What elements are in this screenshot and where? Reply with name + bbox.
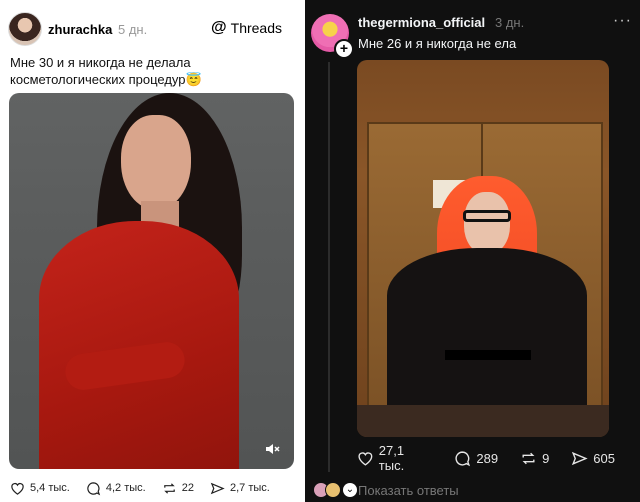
threads-logo-icon: @ <box>211 19 227 36</box>
post-caption: Мне 26 и я никогда не ела <box>358 36 517 51</box>
repost-count: 22 <box>181 482 194 494</box>
heart-icon <box>11 482 24 495</box>
share-count: 605 <box>593 450 615 466</box>
photo-glasses <box>463 210 511 222</box>
post-photo[interactable] <box>9 93 294 469</box>
post-actions: 27,1 тыс. 289 9 605 <box>357 443 637 473</box>
share-button[interactable]: 605 <box>571 450 615 467</box>
share-icon <box>210 482 225 494</box>
comment-count: 4,2 тыс. <box>105 482 146 494</box>
comment-button[interactable]: 289 <box>454 450 498 467</box>
threads-logo: @ Threads <box>211 19 282 37</box>
photo-face <box>121 115 191 210</box>
plus-icon[interactable]: + <box>334 39 354 59</box>
repost-icon <box>163 482 175 494</box>
post-photo[interactable] <box>357 60 609 437</box>
reply-avatars[interactable]: ⌄ <box>313 481 357 499</box>
heart-icon <box>358 451 373 466</box>
comment-button[interactable]: 4,2 тыс. <box>86 481 146 496</box>
repost-icon <box>522 452 535 464</box>
share-icon <box>572 451 588 465</box>
reply-avatar <box>325 482 341 498</box>
app-label: Threads <box>230 20 282 36</box>
post-caption: Мне 30 и я никогда не делала косметологи… <box>10 55 202 87</box>
thread-line <box>328 62 330 472</box>
like-button[interactable]: 5,4 тыс. <box>10 481 70 496</box>
comment-icon <box>455 450 471 466</box>
username[interactable]: thegermiona_official <box>358 15 485 30</box>
photo-belt <box>445 350 531 360</box>
show-replies-link[interactable]: Показать ответы <box>358 483 459 498</box>
share-button[interactable]: 2,7 тыс. <box>210 481 270 496</box>
repost-button[interactable]: 22 <box>162 481 194 496</box>
comment-icon <box>87 481 101 495</box>
repost-button[interactable]: 9 <box>520 450 549 467</box>
post-header: zhurachka 5 дн. @ Threads <box>8 10 294 50</box>
share-count: 2,7 тыс. <box>229 482 270 494</box>
chevron-down-icon: ⌄ <box>343 483 357 497</box>
post-time: 3 дн. <box>495 15 525 30</box>
right-post: + thegermiona_official 3 дн. ··· Мне 26 … <box>305 0 640 502</box>
left-post: zhurachka 5 дн. @ Threads Мне 30 и я ник… <box>0 0 302 502</box>
like-count: 5,4 тыс. <box>30 482 70 494</box>
photo-floor <box>357 405 609 437</box>
post-actions: 5,4 тыс. 4,2 тыс. 22 2,7 тыс. <box>10 478 295 498</box>
mute-icon[interactable] <box>264 441 280 457</box>
like-button[interactable]: 27,1 тыс. <box>357 443 432 473</box>
photo-face <box>464 192 510 254</box>
repost-count: 9 <box>542 450 550 466</box>
post-time: 5 дн. <box>118 22 148 37</box>
more-options-button[interactable]: ··· <box>613 12 632 30</box>
comment-count: 289 <box>476 450 499 466</box>
like-count: 27,1 тыс. <box>378 443 405 473</box>
username[interactable]: zhurachka <box>48 22 112 37</box>
avatar[interactable] <box>8 12 42 46</box>
